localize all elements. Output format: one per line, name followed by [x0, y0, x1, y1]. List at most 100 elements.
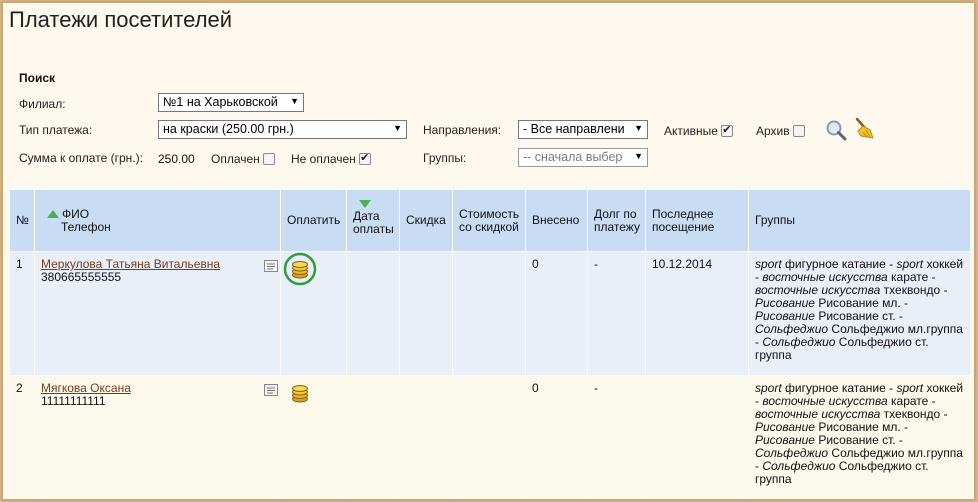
group-category: Сольфеджио [762, 335, 836, 349]
broom-icon[interactable] [853, 117, 875, 139]
groups-select-value: -- сначала выбер [523, 150, 623, 164]
group-category: Сольфеджио [755, 446, 829, 460]
chevron-down-icon: ▼ [634, 151, 643, 161]
unpaid-filter: Не оплачен [291, 151, 372, 166]
group-name: Рисование ст. - [814, 433, 903, 447]
active-checkbox[interactable] [721, 123, 734, 137]
payment-type-select[interactable]: на краски (250.00 грн.) ▼ [158, 120, 407, 139]
chevron-down-icon: ▼ [393, 123, 402, 133]
archive-label: Архив [756, 124, 790, 138]
group-category: Рисование [755, 296, 815, 310]
paid-checkbox[interactable] [263, 153, 276, 165]
group-category: восточные искусства [755, 283, 881, 297]
header-discount: Скидка [399, 189, 453, 252]
group-name: Рисование мл. - [814, 420, 909, 434]
group-name: карате - [887, 394, 936, 408]
group-name: Рисование мл. - [814, 296, 909, 310]
groups-select[interactable]: -- сначала выбер ▼ [518, 148, 648, 167]
search-icon[interactable] [825, 119, 847, 141]
amount-label: Сумма к оплате (грн.): [19, 151, 143, 165]
table-row: 1 Меркулова Татьяна Витальевна 380665555… [9, 251, 971, 376]
visitor-name-link[interactable]: Мягкова Оксана [41, 381, 131, 395]
chevron-down-icon: ▼ [290, 96, 299, 106]
page-title: Платежи посетителей [9, 7, 233, 32]
row-pay [280, 375, 347, 499]
row-paid-in: 0 [525, 251, 588, 376]
group-category: sport [896, 257, 924, 271]
active-label: Активные [664, 124, 718, 138]
group-name: Рисование ст. - [814, 309, 903, 323]
header-cost-discount: Стоимость со скидкой [452, 189, 526, 252]
sort-asc-icon [47, 209, 59, 218]
header-paid-in: Внесено [525, 189, 588, 252]
row-cost-discount [452, 375, 526, 499]
visitor-name-link[interactable]: Меркулова Татьяна Витальевна [41, 257, 220, 271]
paid-filter: Оплачен [211, 152, 276, 166]
sort-desc-icon [359, 200, 371, 208]
header-phone-label: Телефон [61, 219, 111, 234]
row-fio: Мягкова Оксана 11111111111 [34, 375, 281, 499]
coins-icon[interactable] [289, 382, 311, 404]
group-name: карате - [887, 270, 936, 284]
coins-icon[interactable] [283, 252, 317, 286]
group-name: фигурное катание - [781, 257, 897, 271]
group-category: Рисование [755, 433, 815, 447]
header-date-label: Дата оплаты [353, 209, 394, 236]
row-paid-in: 0 [525, 375, 588, 499]
unpaid-label: Не оплачен [291, 152, 356, 166]
group-name: тхеквондо - [880, 407, 948, 421]
branch-select-value: №1 на Харьковской [163, 95, 278, 109]
row-debt: - [587, 375, 646, 499]
group-category: Рисование [755, 420, 815, 434]
group-category: sport [755, 257, 782, 271]
direction-label: Направления: [423, 123, 502, 137]
visitor-phone: 380665555555 [41, 270, 122, 284]
group-category: восточные искусства [762, 270, 888, 284]
unpaid-checkbox[interactable] [359, 151, 372, 165]
row-last-visit: 10.12.2014 [645, 251, 749, 376]
row-cost-discount [452, 251, 526, 376]
payment-type-label: Тип платежа: [19, 123, 93, 137]
branch-label: Филиал: [19, 97, 66, 111]
active-filter: Активные [664, 123, 734, 138]
row-discount [399, 251, 453, 376]
group-category: sport [896, 381, 924, 395]
row-fio: Меркулова Татьяна Витальевна 38066555555… [34, 251, 281, 376]
direction-select-value: - Все направлени [523, 122, 625, 136]
group-category: sport [755, 381, 782, 395]
row-groups: sport фигурное катание - sport хоккей - … [748, 375, 971, 499]
groups-label: Группы: [423, 151, 467, 165]
groups-list: sport фигурное катание - sport хоккей - … [755, 257, 963, 362]
amount-value: 250.00 [158, 152, 195, 166]
header-groups: Группы [748, 189, 971, 252]
search-panel: Поиск Филиал: №1 на Харьковской ▼ Тип пл… [17, 67, 967, 177]
group-category: восточные искусства [755, 407, 881, 421]
archive-checkbox[interactable] [792, 125, 805, 137]
header-fio[interactable]: ФИО Телефон [34, 189, 281, 252]
row-date [346, 375, 400, 499]
row-num: 2 [9, 375, 35, 499]
note-icon[interactable] [264, 384, 278, 396]
paid-label: Оплачен [211, 152, 260, 166]
search-title: Поиск [19, 71, 56, 85]
table-row: 2 Мягкова Оксана 11111111111 0 - sport ф… [9, 375, 971, 499]
branch-select[interactable]: №1 на Харьковской ▼ [158, 93, 304, 112]
direction-select[interactable]: - Все направлени ▼ [518, 120, 648, 139]
page-frame: Платежи посетителей Поиск Филиал: №1 на … [2, 2, 975, 500]
payment-type-select-value: на краски (250.00 грн.) [163, 122, 294, 136]
row-num: 1 [9, 251, 35, 376]
chevron-down-icon: ▼ [634, 123, 643, 133]
group-category: Сольфеджио [755, 322, 829, 336]
row-last-visit [645, 375, 749, 499]
row-pay [280, 251, 347, 376]
row-groups: sport фигурное катание - sport хоккей - … [748, 251, 971, 376]
note-icon[interactable] [264, 260, 278, 272]
header-last-visit: Последнее посещение [645, 189, 749, 252]
header-fio-label: ФИО [62, 206, 90, 221]
header-date[interactable]: Дата оплаты [346, 189, 400, 252]
group-category: Рисование [755, 309, 815, 323]
group-category: Сольфеджио [762, 459, 836, 473]
groups-list: sport фигурное катание - sport хоккей - … [755, 381, 963, 486]
header-num: № [9, 189, 35, 252]
header-debt: Долг по платежу [587, 189, 646, 252]
